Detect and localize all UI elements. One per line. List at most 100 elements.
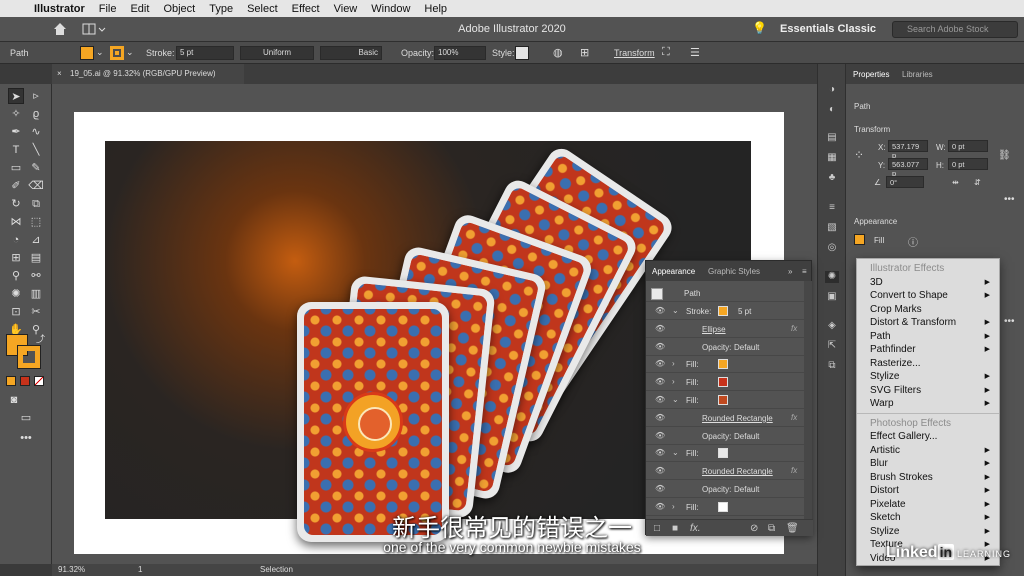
color-swatch[interactable] <box>718 448 728 459</box>
info-icon[interactable]: ⓘ <box>908 234 918 249</box>
appearance-row-label[interactable]: Fill: <box>686 378 698 387</box>
transparency-icon[interactable]: ◎ <box>825 242 839 254</box>
appearance-row[interactable]: 👁 ⌄ Fill: <box>646 445 804 463</box>
more-options-icon[interactable]: ••• <box>1004 316 1015 327</box>
menu-view[interactable]: View <box>334 3 358 15</box>
rectangle-tool-icon[interactable]: ▭ <box>8 160 24 176</box>
visibility-eye-icon[interactable]: 👁 <box>655 431 665 440</box>
appearance-row-value[interactable]: 5 pt <box>738 307 751 316</box>
color-guide-icon[interactable]: ◑ <box>825 84 839 96</box>
chevron-down-icon[interactable]: ⌄ <box>96 47 104 58</box>
appearance-row-label[interactable]: Opacity: <box>702 432 731 441</box>
color-icon[interactable]: ◐ <box>825 104 839 116</box>
recolor-artwork-icon[interactable]: ◍ <box>553 46 563 59</box>
fill-swatch[interactable] <box>854 234 865 245</box>
appearance-row[interactable]: 👁 Opacity: Default <box>646 339 804 356</box>
isolate-icon[interactable]: ⛶ <box>662 46 670 59</box>
shaper-tool-icon[interactable]: ✐ <box>8 178 24 194</box>
brush-definition[interactable]: Basic <box>320 46 382 60</box>
workspace-switcher[interactable]: Essentials Classic <box>780 23 876 35</box>
shape-builder-icon[interactable]: ◔ <box>8 232 24 248</box>
stock-search-input[interactable]: Search Adobe Stock <box>892 21 1018 38</box>
disclosure-triangle-icon[interactable]: ⌄ <box>672 395 679 404</box>
visibility-eye-icon[interactable]: 👁 <box>655 413 665 422</box>
menu-item[interactable]: Path ▶ <box>870 330 996 343</box>
free-transform-icon[interactable]: ⬚ <box>28 214 44 230</box>
gradient-mode-icon[interactable] <box>20 376 30 386</box>
fx-icon[interactable]: fx <box>791 324 797 333</box>
appearance-row-label[interactable]: Ellipse <box>702 325 726 334</box>
tab-libraries[interactable]: Libraries <box>902 70 933 79</box>
menu-item[interactable]: Effect Gallery... <box>870 430 996 443</box>
graphic-styles-icon[interactable]: ▣ <box>825 291 839 303</box>
paintbrush-icon[interactable]: ✎ <box>28 160 44 176</box>
collapse-panel-icon[interactable]: » <box>788 267 792 276</box>
eyedropper-icon[interactable]: ⚲ <box>8 268 24 284</box>
gradient-icon[interactable]: ▧ <box>825 222 839 234</box>
menu-item[interactable]: Stylize ▶ <box>870 370 996 383</box>
menu-item[interactable]: 3D ▶ <box>870 276 996 289</box>
panel-menu-icon[interactable]: ≡ <box>802 267 807 276</box>
symbol-sprayer-icon[interactable]: ✺ <box>8 286 24 302</box>
appearance-row-value[interactable]: Default <box>734 485 759 494</box>
visibility-eye-icon[interactable]: 👁 <box>655 359 665 368</box>
appearance-row-value[interactable]: Default <box>734 432 759 441</box>
color-swatch[interactable] <box>718 359 728 370</box>
scale-tool-icon[interactable]: ⧉ <box>28 196 44 212</box>
menu-select[interactable]: Select <box>247 3 278 15</box>
appearance-row[interactable]: 👁 Opacity: Default <box>646 481 804 498</box>
reference-point-icon[interactable]: ⁘ <box>854 148 864 162</box>
color-swatch[interactable] <box>718 377 728 388</box>
appearance-row[interactable]: 👁 Rounded Rectangle fx <box>646 463 804 481</box>
selection-tool-icon[interactable]: ➤ <box>8 88 24 104</box>
menu-item[interactable]: Crop Marks <box>870 303 996 316</box>
screen-mode-icon[interactable]: ▭ <box>18 410 34 426</box>
menu-item[interactable]: Distort ▶ <box>870 484 996 497</box>
fx-icon[interactable]: fx <box>791 413 797 422</box>
swap-fill-stroke-icon[interactable]: ⤴ <box>36 332 45 345</box>
menu-window[interactable]: Window <box>371 3 410 15</box>
width-field[interactable]: 0 pt <box>948 140 988 152</box>
appearance-row-label[interactable]: Stroke: <box>686 307 711 316</box>
gradient-tool-icon[interactable]: ▤ <box>28 250 44 266</box>
appearance-row-label[interactable]: Fill: <box>686 360 698 369</box>
document-tab[interactable]: × 19_05.ai @ 91.32% (RGB/GPU Preview) <box>52 64 244 84</box>
menu-help[interactable]: Help <box>424 3 447 15</box>
export-icon[interactable]: ⇱ <box>825 340 839 352</box>
disclosure-triangle-icon[interactable]: ⌄ <box>672 306 679 315</box>
flip-vertical-icon[interactable]: ⇵ <box>974 178 981 187</box>
chevron-down-icon[interactable]: ⌄ <box>126 47 134 58</box>
appearance-row[interactable]: 👁 ⌄ Fill: <box>646 392 804 409</box>
cc-libraries-icon[interactable]: ▤ <box>825 132 839 144</box>
stroke-swatch[interactable] <box>110 46 124 60</box>
artboards-icon[interactable]: ⧉ <box>825 360 839 372</box>
perspective-grid-icon[interactable]: ⊿ <box>28 232 44 248</box>
tab-properties[interactable]: Properties <box>853 70 889 79</box>
app-menu[interactable]: Illustrator <box>34 3 85 15</box>
appearance-row[interactable]: 👁 › Fill: <box>646 356 804 374</box>
visibility-eye-icon[interactable]: 👁 <box>655 395 665 404</box>
constrain-proportions-icon[interactable]: ⛓ <box>998 150 1011 161</box>
menu-item[interactable]: Brush Strokes ▶ <box>870 471 996 484</box>
x-field[interactable]: 537.179 p <box>888 140 928 160</box>
blend-tool-icon[interactable]: ⚯ <box>28 268 44 284</box>
menu-edit[interactable]: Edit <box>130 3 149 15</box>
visibility-eye-icon[interactable]: 👁 <box>655 448 665 457</box>
appearance-row-label[interactable]: Opacity: <box>702 343 731 352</box>
visibility-eye-icon[interactable]: 👁 <box>655 484 665 493</box>
menu-item[interactable]: SVG Filters ▶ <box>870 384 996 397</box>
lasso-icon[interactable]: ϱ <box>28 106 44 122</box>
appearance-icon[interactable]: ✺ <box>825 271 839 283</box>
stroke-weight-field[interactable]: 5 pt <box>176 46 234 60</box>
appearance-row[interactable]: 👁 Opacity: Default <box>646 428 804 445</box>
menu-item[interactable]: Artistic ▶ <box>870 444 996 457</box>
more-options-icon[interactable]: ☰ <box>690 46 700 59</box>
appearance-object-row[interactable]: Path <box>646 285 804 302</box>
y-field[interactable]: 563.077 p <box>888 158 928 178</box>
layers-icon[interactable]: ◈ <box>825 320 839 332</box>
type-tool-icon[interactable]: T <box>8 142 24 158</box>
close-icon[interactable]: × <box>57 69 62 78</box>
none-mode-icon[interactable] <box>34 376 44 386</box>
visibility-eye-icon[interactable]: 👁 <box>655 324 665 333</box>
color-mode-icon[interactable] <box>6 376 16 386</box>
